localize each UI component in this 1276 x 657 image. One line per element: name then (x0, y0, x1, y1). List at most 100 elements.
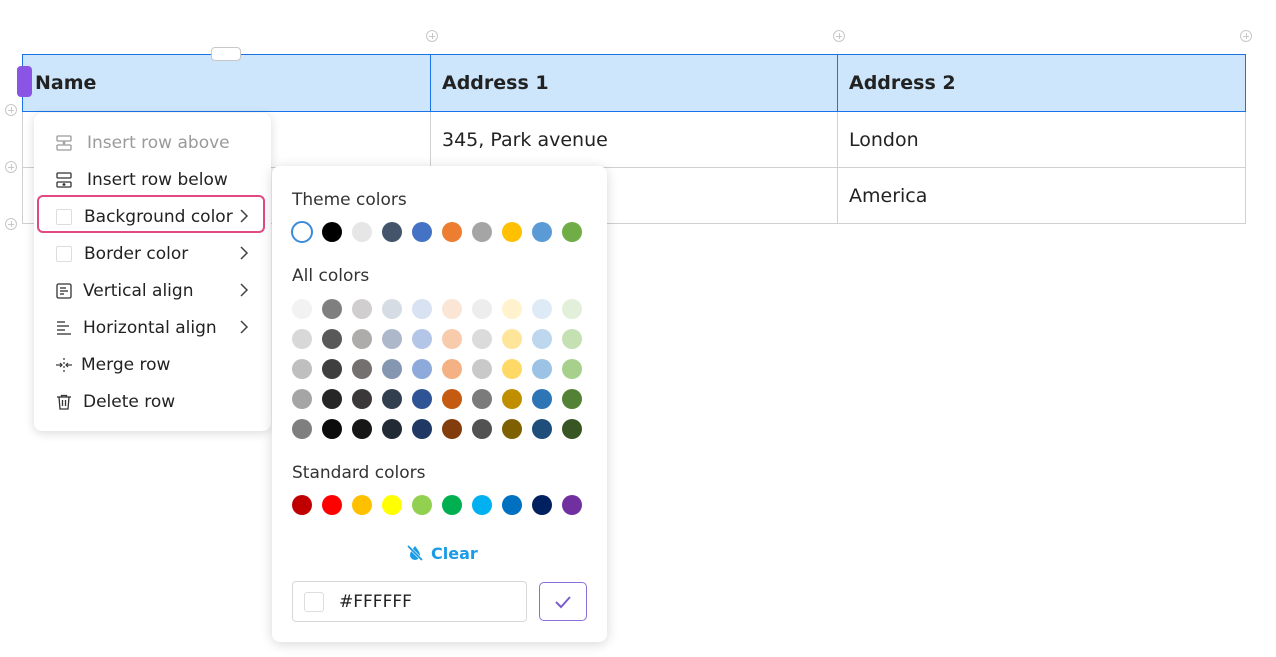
color-swatch[interactable] (472, 299, 492, 319)
color-swatch[interactable] (322, 495, 342, 515)
color-swatch[interactable] (292, 389, 312, 409)
menu-item-vertical-align[interactable]: Vertical align (34, 272, 271, 309)
color-swatch[interactable] (292, 419, 312, 439)
color-swatch[interactable] (442, 222, 462, 242)
color-swatch[interactable] (562, 359, 582, 379)
color-swatch[interactable] (412, 222, 432, 242)
color-swatch[interactable] (502, 389, 522, 409)
color-swatch[interactable] (412, 389, 432, 409)
color-swatch[interactable] (532, 359, 552, 379)
color-swatch[interactable] (502, 419, 522, 439)
color-swatch[interactable] (502, 359, 522, 379)
color-swatch[interactable] (532, 222, 552, 242)
color-swatch[interactable] (472, 359, 492, 379)
menu-item-insert-row-below[interactable]: Insert row below (34, 161, 271, 198)
color-swatch[interactable] (412, 329, 432, 349)
color-swatch[interactable] (352, 389, 372, 409)
color-swatch[interactable] (532, 329, 552, 349)
color-swatch[interactable] (382, 329, 402, 349)
color-swatch[interactable] (352, 329, 372, 349)
color-swatch[interactable] (472, 419, 492, 439)
color-swatch[interactable] (382, 495, 402, 515)
color-swatch[interactable] (322, 419, 342, 439)
color-swatch[interactable] (472, 222, 492, 242)
color-swatch[interactable] (442, 359, 462, 379)
color-swatch[interactable] (382, 299, 402, 319)
add-row-icon[interactable] (5, 161, 17, 173)
menu-item-horizontal-align[interactable]: Horizontal align (34, 309, 271, 346)
color-swatch[interactable] (352, 495, 372, 515)
color-swatch[interactable] (442, 495, 462, 515)
color-swatch[interactable] (291, 221, 313, 243)
hex-color-field[interactable] (292, 581, 527, 622)
table-cell[interactable]: America (837, 167, 1246, 224)
color-swatch[interactable] (562, 222, 582, 242)
header-cell[interactable]: Name (22, 54, 431, 112)
add-column-icon[interactable] (426, 30, 438, 42)
color-swatch[interactable] (442, 419, 462, 439)
color-swatch[interactable] (382, 389, 402, 409)
color-swatch[interactable] (292, 359, 312, 379)
color-swatch[interactable] (322, 222, 342, 242)
clear-color-button[interactable]: Clear (405, 543, 478, 563)
color-swatch[interactable] (562, 299, 582, 319)
color-swatch[interactable] (562, 495, 582, 515)
color-swatch[interactable] (472, 495, 492, 515)
theme-colors-title: Theme colors (292, 190, 407, 210)
header-cell[interactable]: Address 2 (837, 54, 1246, 112)
color-swatch[interactable] (502, 299, 522, 319)
menu-item-border-color[interactable]: Border color (34, 235, 271, 272)
color-swatch[interactable] (532, 389, 552, 409)
hex-color-input[interactable] (337, 590, 521, 613)
color-swatch[interactable] (352, 419, 372, 439)
color-swatch[interactable] (472, 329, 492, 349)
color-swatch[interactable] (352, 222, 372, 242)
color-swatch[interactable] (562, 419, 582, 439)
color-swatch[interactable] (322, 389, 342, 409)
color-swatch[interactable] (382, 359, 402, 379)
color-swatch[interactable] (442, 329, 462, 349)
color-swatch[interactable] (382, 419, 402, 439)
add-row-icon[interactable] (5, 218, 17, 230)
color-swatch[interactable] (502, 222, 522, 242)
column-drag-handle[interactable] (211, 47, 241, 61)
color-swatch[interactable] (292, 329, 312, 349)
color-swatch[interactable] (322, 359, 342, 379)
color-swatch[interactable] (412, 299, 432, 319)
color-swatch[interactable] (322, 299, 342, 319)
menu-item-merge-row[interactable]: Merge row (34, 346, 271, 383)
add-column-icon[interactable] (1240, 30, 1252, 42)
color-swatch[interactable] (442, 389, 462, 409)
color-swatch[interactable] (502, 329, 522, 349)
menu-item-delete-row[interactable]: Delete row (34, 383, 271, 420)
color-swatch[interactable] (322, 329, 342, 349)
header-cell[interactable]: Address 1 (430, 54, 838, 112)
color-swatch[interactable] (292, 299, 312, 319)
add-row-icon[interactable] (5, 104, 17, 116)
color-swatch[interactable] (412, 359, 432, 379)
color-swatch[interactable] (532, 419, 552, 439)
row-drag-handle[interactable] (17, 66, 32, 97)
menu-item-label: Horizontal align (83, 317, 217, 338)
color-swatch[interactable] (442, 299, 462, 319)
menu-item-background-color[interactable]: Background color (34, 198, 271, 235)
merge-icon (54, 355, 74, 375)
color-swatch[interactable] (382, 222, 402, 242)
menu-item-insert-row-above[interactable]: Insert row above (34, 124, 271, 161)
color-swatch[interactable] (292, 495, 312, 515)
color-swatch[interactable] (532, 299, 552, 319)
color-swatch[interactable] (502, 495, 522, 515)
table-cell[interactable]: 345, Park avenue (430, 111, 838, 168)
color-swatch[interactable] (472, 389, 492, 409)
color-swatch[interactable] (412, 419, 432, 439)
apply-color-button[interactable] (539, 582, 587, 621)
table-cell[interactable]: London (837, 111, 1246, 168)
color-swatch[interactable] (412, 495, 432, 515)
add-column-icon[interactable] (833, 30, 845, 42)
color-swatch[interactable] (562, 389, 582, 409)
color-swatch[interactable] (352, 299, 372, 319)
color-swatch[interactable] (352, 359, 372, 379)
all-colors-row (292, 419, 582, 439)
color-swatch[interactable] (562, 329, 582, 349)
color-swatch[interactable] (532, 495, 552, 515)
